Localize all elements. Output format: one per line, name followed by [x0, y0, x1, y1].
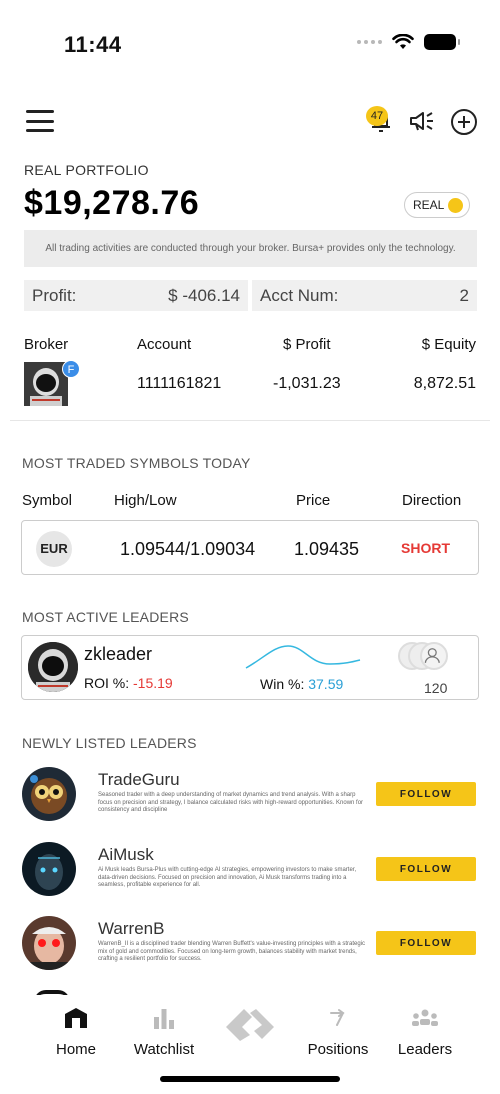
leader-list-item[interactable]: AiMusk Ai Musk leads Bursa-Plus with cut… [22, 842, 482, 908]
leader-list-item[interactable]: WarrenB WarrenB_II is a disciplined trad… [22, 916, 482, 982]
wifi-icon [392, 34, 414, 49]
nav-leaders[interactable]: Leaders [396, 1003, 454, 1058]
profit-stat: Profit: $ -406.14 [24, 280, 248, 311]
broker-equity: 8,872.51 [413, 375, 476, 392]
follow-button[interactable]: FOLLOW [376, 931, 476, 955]
status-indicators [357, 34, 460, 50]
nav-home-label: Home [55, 1041, 96, 1058]
symbol-chip: EUR [36, 531, 72, 567]
col-header-equity: $ Equity [421, 336, 476, 353]
col-header-account: Account [137, 336, 192, 353]
brand-logo-icon [226, 1009, 274, 1041]
home-icon [65, 1008, 87, 1028]
broker-profit: -1,031.23 [273, 375, 341, 392]
col-header-highlow: High/Low [114, 492, 177, 509]
symbol-price: 1.09435 [294, 539, 360, 559]
active-leader-card[interactable]: zkleader ROI %: -15.19 Win %: 37.59 120 [21, 635, 479, 700]
newly-listed-title: NEWLY LISTED LEADERS [22, 735, 197, 751]
nav-positions-label: Positions [307, 1041, 369, 1058]
roi-label: ROI %: [84, 675, 130, 691]
home-indicator[interactable] [160, 1076, 340, 1082]
group-icon [412, 1009, 438, 1026]
most-active-title: MOST ACTIVE LEADERS [22, 609, 189, 625]
nav-leaders-label: Leaders [397, 1041, 453, 1058]
symbol-direction: SHORT [401, 540, 450, 556]
leader-avatar [22, 767, 76, 821]
leader-list-item[interactable]: TradeGuru Seasoned trader with a deep un… [22, 767, 482, 833]
toggle-label: REAL [413, 198, 445, 212]
leader-name: zkleader [84, 644, 153, 664]
broker-badge: F [62, 360, 80, 378]
broker-account: 1111161821 [137, 375, 222, 392]
roi-value: -15.19 [133, 675, 173, 691]
laser-eyes-face-icon [22, 916, 76, 970]
follow-button[interactable]: FOLLOW [376, 857, 476, 881]
col-header-symbol: Symbol [22, 492, 73, 509]
leader-name: TradeGuru [98, 770, 180, 789]
portfolio-label: REAL PORTFOLIO [24, 162, 149, 178]
account-count-stat: Acct Num: 2 [252, 280, 477, 311]
acct-num-label: Acct Num: [260, 285, 339, 305]
win-label: Win %: [260, 676, 305, 692]
status-time: 11:44 [64, 32, 122, 57]
owl-icon [22, 767, 76, 821]
notification-badge: 47 [366, 106, 388, 126]
leader-avatar [22, 916, 76, 970]
leader-avatar [28, 642, 78, 692]
nav-positions[interactable]: Positions [304, 1003, 372, 1058]
nav-center-logo[interactable] [222, 1001, 278, 1049]
bar-chart-icon [154, 1009, 174, 1029]
follower-count: 120 [424, 680, 448, 696]
user-icon [420, 642, 448, 670]
portfolio-value: $19,278.76 [24, 184, 200, 222]
most-traded-title: MOST TRADED SYMBOLS TODAY [22, 455, 251, 471]
profit-label: Profit: [32, 285, 77, 305]
col-header-broker: Broker [24, 336, 69, 353]
notifications-button[interactable]: 47 [366, 106, 396, 136]
nav-watchlist[interactable]: Watchlist [128, 1003, 200, 1058]
col-header-direction: Direction [402, 492, 462, 509]
follow-button[interactable]: FOLLOW [376, 782, 476, 806]
symbol-high-low: 1.09544/1.09034 [120, 539, 256, 559]
robot-face-icon [22, 842, 76, 896]
leader-win: Win %: 37.59 [260, 676, 343, 692]
leader-description: Ai Musk leads Bursa-Plus with cutting-ed… [98, 867, 357, 888]
nav-watchlist-label: Watchlist [133, 1041, 195, 1058]
symbol-row[interactable]: EUR 1.09544/1.09034 1.09435 SHORT [21, 520, 479, 575]
megaphone-icon[interactable] [408, 108, 436, 134]
performance-sparkline [245, 645, 361, 669]
leader-name: AiMusk [98, 845, 154, 864]
leader-avatar [22, 842, 76, 896]
signal-icon [357, 40, 382, 44]
account-mode-toggle[interactable]: REAL [404, 192, 470, 218]
leader-roi: ROI %: -15.19 [84, 675, 173, 691]
nav-home[interactable]: Home [50, 1003, 102, 1058]
acct-num-value: 2 [459, 285, 469, 305]
win-value: 37.59 [308, 676, 344, 692]
toggle-knob [448, 198, 463, 213]
astronaut-icon [28, 642, 78, 692]
profit-value: $ -406.14 [168, 285, 240, 305]
menu-icon[interactable] [26, 110, 54, 132]
disclaimer-banner: All trading activities are conducted thr… [24, 230, 477, 267]
col-header-price: Price [296, 492, 331, 509]
trend-arrow-icon [330, 1009, 345, 1026]
leader-description: Seasoned trader with a deep understandin… [98, 792, 364, 813]
battery-icon [424, 34, 460, 50]
leader-description: WarrenB_II is a disciplined trader blend… [98, 941, 366, 962]
add-icon[interactable] [450, 108, 478, 136]
follower-avatars [398, 642, 458, 672]
divider [10, 420, 490, 421]
leader-name: WarrenB [98, 919, 165, 938]
col-header-profit: $ Profit [283, 336, 331, 353]
